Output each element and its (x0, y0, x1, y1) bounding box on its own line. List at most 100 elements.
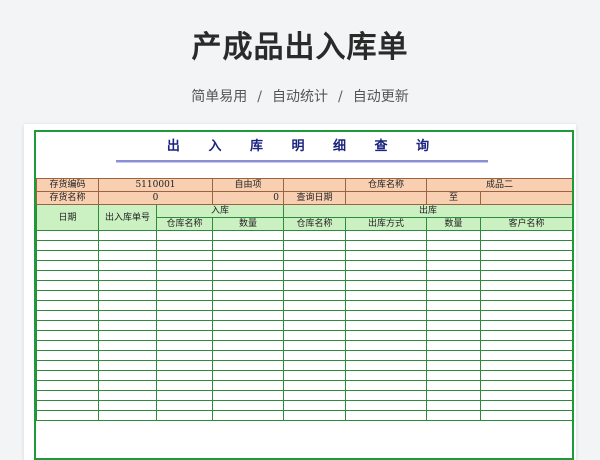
table-cell[interactable] (156, 230, 213, 241)
table-cell[interactable] (283, 320, 346, 331)
table-cell[interactable] (212, 360, 284, 371)
table-cell[interactable] (283, 280, 346, 291)
table-cell[interactable] (426, 250, 481, 261)
table-cell[interactable] (283, 360, 346, 371)
table-cell[interactable] (98, 240, 157, 251)
table-cell[interactable] (283, 250, 346, 261)
item-name-value[interactable]: 0 (98, 191, 213, 205)
table-cell[interactable] (426, 230, 481, 241)
table-cell[interactable] (426, 350, 481, 361)
free-item-value-2[interactable]: 0 (212, 191, 284, 205)
table-cell[interactable] (345, 310, 427, 321)
table-cell[interactable] (283, 350, 346, 361)
table-cell[interactable] (98, 410, 157, 421)
table-cell[interactable] (426, 280, 481, 291)
table-cell[interactable] (98, 230, 157, 241)
table-cell[interactable] (36, 320, 99, 331)
table-cell[interactable] (283, 380, 346, 391)
table-cell[interactable] (156, 390, 213, 401)
table-cell[interactable] (98, 330, 157, 341)
table-cell[interactable] (426, 320, 481, 331)
table-cell[interactable] (156, 380, 213, 391)
table-cell[interactable] (345, 250, 427, 261)
table-cell[interactable] (479, 360, 572, 371)
table-cell[interactable] (345, 360, 427, 371)
table-cell[interactable] (345, 350, 427, 361)
table-cell[interactable] (36, 350, 99, 361)
table-cell[interactable] (98, 320, 157, 331)
table-cell[interactable] (479, 310, 572, 321)
table-cell[interactable] (36, 280, 99, 291)
table-cell[interactable] (479, 400, 572, 411)
table-cell[interactable] (283, 410, 346, 421)
table-cell[interactable] (36, 380, 99, 391)
table-cell[interactable] (345, 390, 427, 401)
table-cell[interactable] (212, 240, 284, 251)
table-cell[interactable] (283, 400, 346, 411)
table-cell[interactable] (283, 390, 346, 401)
table-cell[interactable] (212, 400, 284, 411)
table-cell[interactable] (212, 230, 284, 241)
table-cell[interactable] (479, 280, 572, 291)
table-cell[interactable] (212, 300, 284, 311)
table-cell[interactable] (345, 240, 427, 251)
table-cell[interactable] (345, 380, 427, 391)
table-cell[interactable] (212, 320, 284, 331)
table-cell[interactable] (98, 380, 157, 391)
table-cell[interactable] (156, 280, 213, 291)
item-code-value[interactable]: 5110001 (98, 178, 213, 192)
warehouse-name-value[interactable]: 成品二 (425, 178, 572, 192)
table-cell[interactable] (426, 360, 481, 371)
table-cell[interactable] (426, 260, 481, 271)
table-cell[interactable] (345, 300, 427, 311)
table-cell[interactable] (283, 240, 346, 251)
table-cell[interactable] (479, 340, 572, 351)
table-cell[interactable] (98, 390, 157, 401)
table-cell[interactable] (212, 280, 284, 291)
table-cell[interactable] (479, 350, 572, 361)
table-cell[interactable] (479, 250, 572, 261)
table-cell[interactable] (212, 290, 284, 301)
table-cell[interactable] (156, 340, 213, 351)
table-cell[interactable] (156, 270, 213, 281)
table-cell[interactable] (36, 360, 99, 371)
table-cell[interactable] (156, 360, 213, 371)
table-cell[interactable] (36, 310, 99, 321)
table-cell[interactable] (345, 290, 427, 301)
table-cell[interactable] (345, 320, 427, 331)
table-cell[interactable] (156, 350, 213, 361)
table-cell[interactable] (212, 310, 284, 321)
table-cell[interactable] (156, 300, 213, 311)
table-cell[interactable] (156, 260, 213, 271)
table-cell[interactable] (345, 270, 427, 281)
table-cell[interactable] (426, 370, 481, 381)
table-cell[interactable] (426, 290, 481, 301)
table-cell[interactable] (345, 370, 427, 381)
table-cell[interactable] (345, 340, 427, 351)
table-cell[interactable] (36, 330, 99, 341)
table-cell[interactable] (479, 300, 572, 311)
table-cell[interactable] (36, 270, 99, 281)
table-cell[interactable] (98, 280, 157, 291)
table-cell[interactable] (212, 270, 284, 281)
table-cell[interactable] (156, 330, 213, 341)
table-cell[interactable] (156, 370, 213, 381)
table-cell[interactable] (479, 380, 572, 391)
table-cell[interactable] (479, 390, 572, 401)
table-cell[interactable] (283, 290, 346, 301)
table-cell[interactable] (426, 310, 481, 321)
query-date-to[interactable] (479, 191, 572, 205)
table-cell[interactable] (156, 320, 213, 331)
table-cell[interactable] (212, 390, 284, 401)
table-cell[interactable] (36, 290, 99, 301)
table-cell[interactable] (283, 310, 346, 321)
table-cell[interactable] (36, 300, 99, 311)
table-cell[interactable] (479, 290, 572, 301)
table-cell[interactable] (283, 260, 346, 271)
table-cell[interactable] (212, 370, 284, 381)
table-cell[interactable] (36, 390, 99, 401)
table-cell[interactable] (345, 230, 427, 241)
table-cell[interactable] (36, 400, 99, 411)
table-cell[interactable] (426, 330, 481, 341)
table-cell[interactable] (212, 350, 284, 361)
